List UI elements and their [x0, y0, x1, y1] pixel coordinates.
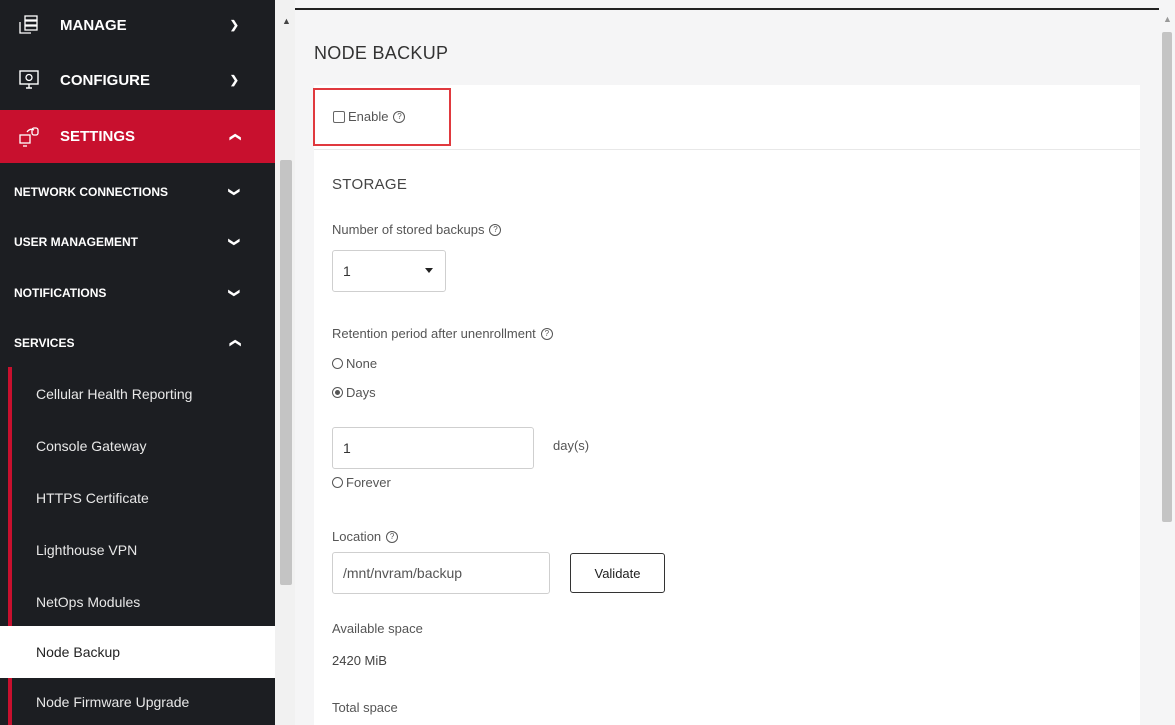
- enable-checkbox[interactable]: [333, 110, 345, 123]
- scroll-up-arrow-icon[interactable]: ▲: [282, 16, 291, 26]
- nav-manage[interactable]: MANAGE ❯: [0, 0, 275, 50]
- sidebar-item-label: Cellular Health Reporting: [36, 386, 193, 402]
- radio-button[interactable]: [332, 358, 343, 369]
- num-backups-label: Number of stored backups: [332, 222, 485, 237]
- sidebar-item-label: Lighthouse VPN: [36, 542, 138, 558]
- location-value: /mnt/nvram/backup: [343, 565, 463, 581]
- location-input[interactable]: /mnt/nvram/backup: [332, 552, 550, 594]
- chevron-down-icon: ❯: [229, 74, 239, 87]
- nav-user-management-label: USER MANAGEMENT: [14, 235, 139, 249]
- sidebar-nav: MANAGE ❯ CONFIGURE ❯ SETTINGS ❯ NETWORK …: [0, 0, 275, 725]
- num-backups-select[interactable]: 1: [332, 250, 446, 292]
- enable-label: Enable: [348, 109, 389, 124]
- caret-down-icon: [425, 268, 433, 273]
- computer-sync-icon: [18, 126, 40, 148]
- sidebar-item-netops-modules[interactable]: NetOps Modules: [0, 576, 275, 628]
- nav-manage-label: MANAGE: [60, 16, 127, 34]
- days-value: 1: [343, 440, 351, 456]
- nav-services[interactable]: SERVICES ❯: [0, 318, 275, 368]
- help-icon[interactable]: ?: [386, 530, 399, 543]
- location-label-row: Location ?: [332, 529, 399, 544]
- nav-network-connections[interactable]: NETWORK CONNECTIONS ❯: [0, 167, 275, 217]
- nav-network-connections-label: NETWORK CONNECTIONS: [14, 185, 168, 199]
- sidebar-item-cellular-health-reporting[interactable]: Cellular Health Reporting: [0, 368, 275, 420]
- sidebar-item-lighthouse-vpn[interactable]: Lighthouse VPN: [0, 524, 275, 576]
- scroll-up-arrow-icon[interactable]: ▲: [1163, 14, 1172, 24]
- help-icon[interactable]: ?: [540, 327, 553, 340]
- sidebar-scrollbar-thumb[interactable]: [280, 160, 292, 585]
- sidebar-item-https-certificate[interactable]: HTTPS Certificate: [0, 472, 275, 524]
- sidebar-item-label: Console Gateway: [36, 438, 147, 454]
- retention-option-forever[interactable]: Forever: [332, 475, 391, 490]
- nav-configure[interactable]: CONFIGURE ❯: [0, 55, 275, 105]
- location-label: Location: [332, 529, 382, 544]
- days-input[interactable]: 1: [332, 427, 534, 469]
- sidebar-item-label: NetOps Modules: [36, 594, 141, 610]
- radio-label: Forever: [346, 475, 391, 490]
- chevron-down-icon: ❯: [227, 288, 240, 298]
- retention-label-row: Retention period after unenrollment ?: [332, 326, 553, 341]
- radio-label: Days: [346, 385, 376, 400]
- nav-configure-label: CONFIGURE: [60, 71, 150, 89]
- sidebar-item-label: HTTPS Certificate: [36, 490, 149, 506]
- nav-services-label: SERVICES: [14, 336, 75, 350]
- nav-notifications-label: NOTIFICATIONS: [14, 286, 107, 300]
- page-title: NODE BACKUP: [314, 43, 449, 63]
- days-unit: day(s): [553, 438, 590, 453]
- nav-settings[interactable]: SETTINGS ❯: [0, 110, 275, 163]
- radio-button[interactable]: [332, 477, 343, 488]
- chevron-up-icon: ❯: [228, 131, 241, 142]
- nav-user-management[interactable]: USER MANAGEMENT ❯: [0, 217, 275, 267]
- total-space-label: Total space: [332, 700, 398, 715]
- sidebar-item-label: Node Backup: [36, 644, 121, 660]
- available-space-value: 2420 MiB: [332, 653, 387, 668]
- nav-settings-label: SETTINGS: [60, 128, 136, 145]
- retention-option-days[interactable]: Days: [332, 385, 376, 400]
- help-icon[interactable]: ?: [489, 223, 502, 236]
- validate-button[interactable]: Validate: [570, 553, 665, 593]
- settings-card: [314, 85, 1140, 725]
- main-scrollbar-thumb[interactable]: [1162, 32, 1172, 522]
- chevron-down-icon: ❯: [229, 19, 239, 32]
- sidebar-item-node-backup[interactable]: Node Backup: [0, 626, 275, 678]
- num-backups-label-row: Number of stored backups ?: [332, 222, 502, 237]
- top-border: [295, 8, 1175, 10]
- chevron-up-icon: ❯: [228, 338, 241, 348]
- help-icon[interactable]: ?: [393, 110, 406, 123]
- server-stack-icon: [18, 14, 40, 36]
- num-backups-value: 1: [343, 263, 351, 279]
- sidebar-item-label: Node Firmware Upgrade: [36, 693, 190, 710]
- radio-label: None: [346, 356, 378, 371]
- enable-checkbox-row[interactable]: Enable ?: [333, 109, 406, 124]
- storage-section-title: STORAGE: [332, 176, 408, 193]
- available-space-label: Available space: [332, 621, 423, 636]
- radio-button-selected[interactable]: [332, 387, 343, 398]
- monitor-gear-icon: [18, 69, 40, 91]
- sidebar-item-node-firmware-upgrade[interactable]: Node Firmware Upgrade: [0, 678, 275, 725]
- retention-option-none[interactable]: None: [332, 356, 377, 371]
- sidebar-item-console-gateway[interactable]: Console Gateway: [0, 420, 275, 472]
- chevron-down-icon: ❯: [227, 187, 240, 197]
- chevron-down-icon: ❯: [227, 237, 240, 247]
- nav-notifications[interactable]: NOTIFICATIONS ❯: [0, 268, 275, 318]
- retention-label: Retention period after unenrollment: [332, 326, 536, 341]
